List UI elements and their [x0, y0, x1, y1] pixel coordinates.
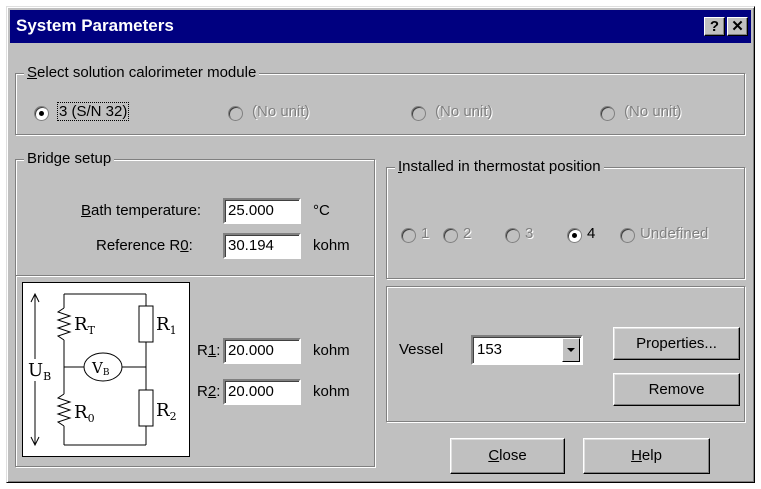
help-icon: ?	[709, 18, 720, 35]
thermostat-option-4-label: 4	[587, 225, 596, 242]
thermostat-radio-1[interactable]	[401, 228, 416, 243]
help-button[interactable]: Help	[583, 438, 710, 474]
r1-resistor	[138, 305, 154, 343]
module-option-1-label: 3 (S/N 32)	[56, 102, 130, 121]
vessel-select[interactable]: 153	[471, 335, 583, 365]
thermostat-radio-undefined[interactable]	[620, 228, 635, 243]
radio-dot	[572, 233, 577, 238]
bath-temperature-unit: °C	[313, 202, 330, 219]
module-option-3-label: (No unit)	[435, 103, 493, 120]
close-icon: ✕	[731, 18, 744, 35]
system-parameters-dialog: System Parameters ? ✕ Select solution ca…	[6, 6, 755, 483]
thermostat-option-1-label: 1	[421, 225, 430, 242]
bath-temperature-label: Bath temperature:	[81, 202, 202, 219]
help-title-button[interactable]: ?	[704, 17, 725, 36]
thermostat-group: Installed in thermostat position 1 2 3 4…	[386, 158, 745, 279]
thermostat-option-undefined-label: Undefined	[640, 225, 709, 242]
properties-button[interactable]: Properties...	[613, 327, 740, 360]
title-bar: System Parameters ? ✕	[10, 10, 751, 43]
vessel-select-value: 153	[477, 341, 503, 358]
window-title: System Parameters	[16, 16, 174, 35]
bridge-separator	[16, 275, 374, 277]
module-radio-3[interactable]	[411, 106, 426, 121]
module-group: Select solution calorimeter module 3 (S/…	[15, 64, 745, 135]
r2-unit: kohm	[313, 383, 350, 400]
r2-input[interactable]: 20.000	[223, 379, 301, 405]
module-group-legend: Select solution calorimeter module	[24, 64, 260, 81]
thermostat-radio-2[interactable]	[443, 228, 458, 243]
r2-resistor	[138, 389, 154, 427]
bridge-setup-group: Bridge setup Bath temperature: 25.000 °C…	[15, 150, 375, 467]
remove-button[interactable]: Remove	[613, 373, 740, 406]
reference-r0-label: Reference R0:	[96, 237, 193, 254]
close-title-button[interactable]: ✕	[727, 17, 748, 36]
reference-r0-input[interactable]: 30.194	[223, 233, 301, 259]
r1-input[interactable]: 20.000	[223, 338, 301, 364]
chevron-down-icon	[567, 348, 575, 352]
vessel-label: Vessel	[399, 341, 444, 358]
bridge-setup-legend: Bridge setup	[24, 150, 115, 167]
thermostat-radio-3[interactable]	[505, 228, 520, 243]
radio-dot	[39, 111, 44, 116]
thermostat-option-2-label: 2	[463, 225, 472, 242]
bath-temperature-input[interactable]: 25.000	[223, 198, 301, 224]
module-radio-1[interactable]	[34, 106, 49, 121]
close-button[interactable]: Close	[450, 438, 565, 474]
r1-label: R1:	[197, 342, 221, 359]
vessel-group: Vessel 153 Properties... Remove	[386, 286, 745, 422]
vessel-dropdown-button[interactable]	[562, 338, 580, 362]
module-radio-2[interactable]	[228, 106, 243, 121]
thermostat-radio-4[interactable]	[567, 228, 582, 243]
r1-unit: kohm	[313, 342, 350, 359]
thermostat-legend: Installed in thermostat position	[395, 158, 604, 175]
thermostat-option-3-label: 3	[525, 225, 534, 242]
reference-r0-unit: kohm	[313, 237, 350, 254]
r2-label: R2:	[197, 383, 221, 400]
bridge-circuit-diagram: UB RT R0 R1 R2 VB	[22, 282, 190, 457]
module-option-4-label: (No unit)	[624, 103, 682, 120]
module-radio-4[interactable]	[600, 106, 615, 121]
module-option-2-label: (No unit)	[252, 103, 310, 120]
